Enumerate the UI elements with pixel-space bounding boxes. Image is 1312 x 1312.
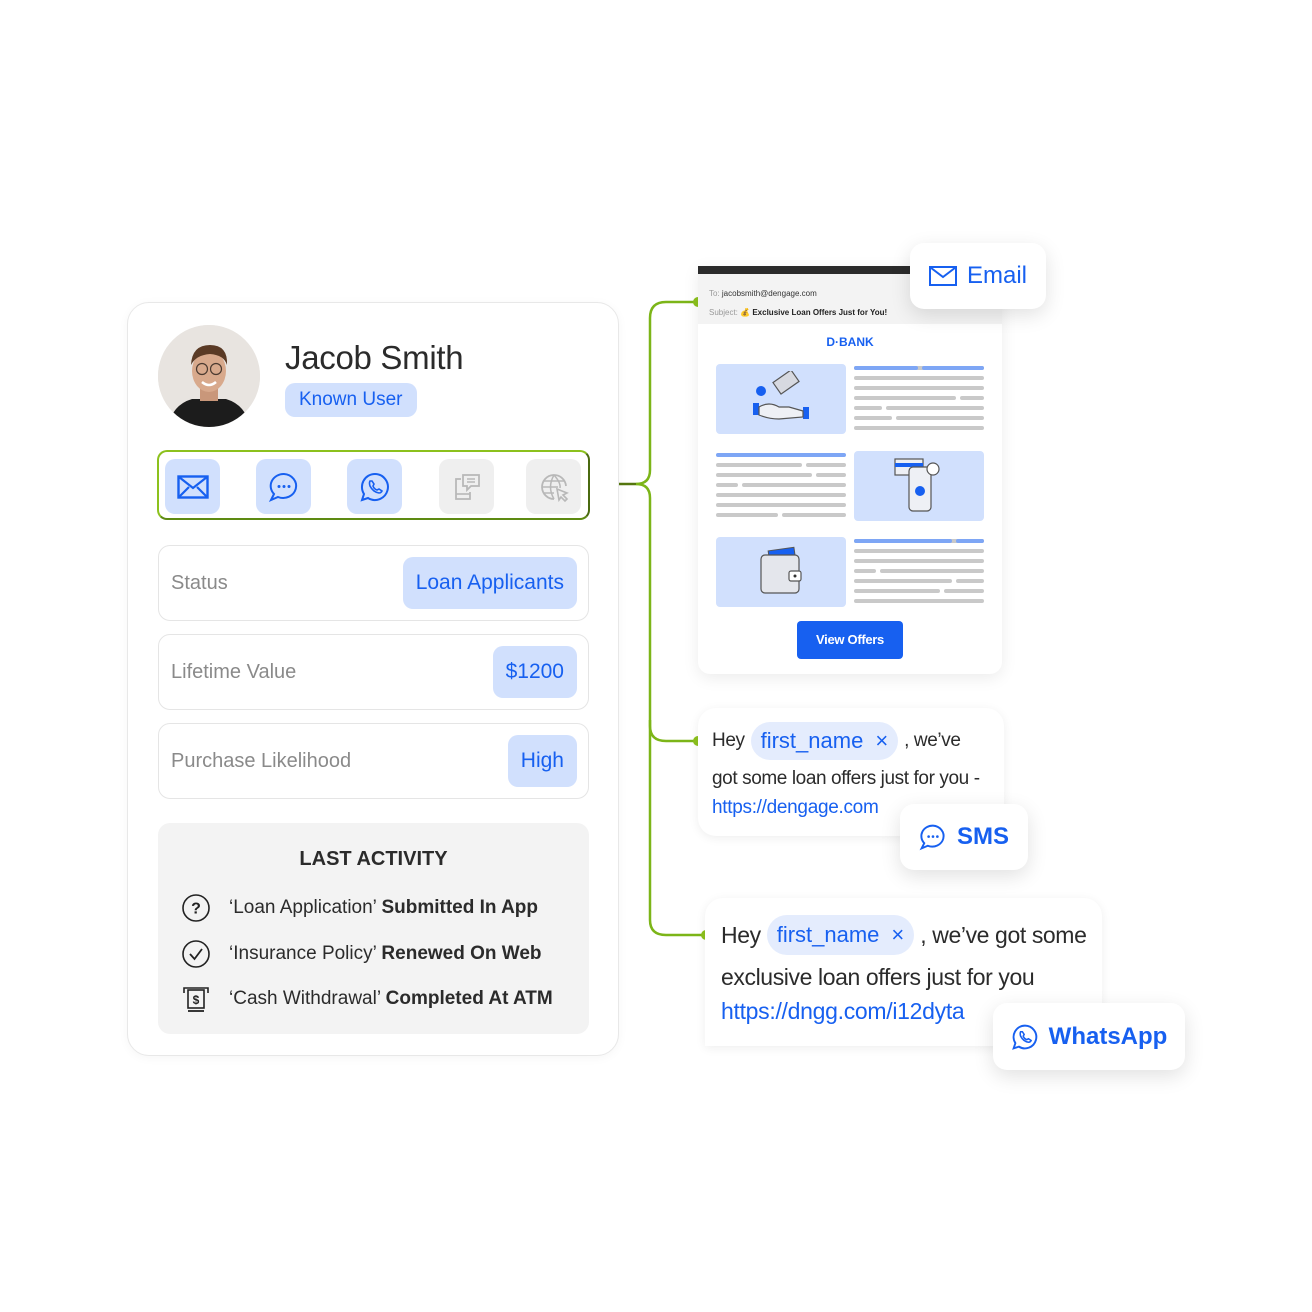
globe-cursor-icon [540, 473, 569, 502]
activity-action: Completed At ATM [385, 988, 553, 1009]
stat-row-status: Status Loan Applicants [158, 545, 589, 621]
token-label: first_name [760, 728, 864, 753]
last-activity-panel: LAST ACTIVITY ? ‘Loan Application’ Submi… [158, 823, 589, 1034]
wallet-illustration [716, 537, 846, 607]
remove-token-icon[interactable]: × [875, 728, 888, 754]
question-circle-icon: ? [180, 892, 212, 924]
channel-selector [157, 450, 590, 520]
money-bag-icon: 💰 [740, 308, 751, 317]
stat-value: $1200 [492, 646, 577, 698]
sms-channel-label: SMS [900, 804, 1028, 870]
mobile-message-icon [454, 473, 480, 500]
email-preview: To: jacobsmith@dengage.com Subject: 💰 Ex… [698, 266, 1002, 674]
chat-bubble-icon [268, 472, 297, 502]
activity-item: $ ‘Cash Withdrawal’ Completed At ATM [180, 984, 553, 1014]
envelope-icon [928, 266, 957, 286]
activity-event: ‘Loan Application’ [229, 897, 377, 918]
channel-web-button[interactable] [526, 459, 581, 514]
whatsapp-line-2: exclusive loan offers just for you [721, 964, 1035, 990]
activity-action: Submitted In App [381, 897, 539, 918]
loan-hands-illustration [716, 364, 846, 434]
remove-token-icon[interactable]: × [891, 922, 904, 948]
whatsapp-link[interactable]: https://dngg.com/i12dyta [721, 998, 965, 1025]
channel-whatsapp-button[interactable] [347, 459, 402, 514]
stat-row-lifetime-value: Lifetime Value $1200 [158, 634, 589, 710]
text-placeholder-block [716, 453, 846, 523]
chat-bubble-icon [919, 824, 945, 851]
whatsapp-channel-text: WhatsApp [1048, 1022, 1168, 1050]
sms-line-1: Hey first_name × , we’ve [712, 722, 961, 760]
email-to-label: To: [709, 289, 720, 298]
email-channel-text: Email [966, 262, 1027, 289]
channel-email-button[interactable] [165, 459, 220, 514]
whatsapp-channel-label: WhatsApp [993, 1003, 1185, 1070]
stat-label: Lifetime Value [171, 661, 297, 683]
stat-label: Purchase Likelihood [171, 750, 352, 772]
activity-action: Renewed On Web [381, 943, 542, 964]
sms-greeting: Hey [712, 730, 745, 751]
envelope-icon [176, 474, 209, 499]
whatsapp-icon [1011, 1024, 1037, 1050]
activity-item: ? ‘Loan Application’ Submitted In App [180, 893, 538, 923]
sms-channel-text: SMS [956, 823, 1009, 850]
last-activity-title: LAST ACTIVITY [299, 848, 448, 870]
email-to-address: jacobsmith@dengage.com [721, 289, 817, 298]
stat-value: Loan Applicants [402, 557, 577, 609]
view-offers-button[interactable]: View Offers [797, 621, 903, 659]
sms-link[interactable]: https://dengage.com [712, 797, 879, 819]
bank-logo: D·BANK [826, 335, 874, 349]
sms-line-2: got some loan offers just for you - [712, 768, 980, 789]
text-placeholder-block [854, 366, 984, 436]
channel-sms-button[interactable] [256, 459, 311, 514]
user-type-badge: Known User [285, 383, 417, 417]
atm-cash-icon: $ [180, 983, 212, 1015]
user-name: Jacob Smith [285, 339, 464, 376]
text-placeholder-block [854, 539, 984, 609]
sms-text: , we’ve [904, 730, 961, 751]
activity-event: ‘Insurance Policy’ [229, 943, 377, 964]
whatsapp-icon [359, 472, 389, 502]
check-circle-icon [180, 938, 212, 970]
whatsapp-text: , we’ve got some [920, 921, 1087, 948]
first-name-token[interactable]: first_name × [766, 915, 915, 955]
svg-text:$: $ [193, 993, 200, 1007]
token-label: first_name [776, 922, 880, 947]
whatsapp-line-1: Hey first_name × , we’ve got some [721, 915, 1087, 955]
svg-text:?: ? [191, 901, 201, 918]
channel-in-app-button[interactable] [439, 459, 494, 514]
whatsapp-greeting: Hey [721, 921, 761, 948]
activity-item: ‘Insurance Policy’ Renewed On Web [180, 939, 542, 969]
activity-event: ‘Cash Withdrawal’ [229, 988, 381, 1009]
email-subject-label: Subject: [709, 308, 738, 317]
email-subject: Exclusive Loan Offers Just for You! [752, 308, 888, 317]
email-channel-label: Email [910, 243, 1046, 309]
stat-label: Status [171, 572, 228, 594]
avatar [158, 325, 260, 427]
first-name-token[interactable]: first_name × [750, 722, 899, 760]
stat-value: High [507, 735, 577, 787]
stat-row-purchase-likelihood: Purchase Likelihood High [158, 723, 589, 799]
mobile-payment-illustration [854, 451, 984, 521]
user-profile-card: Jacob Smith Known User Status Loan Appli… [127, 302, 619, 1056]
